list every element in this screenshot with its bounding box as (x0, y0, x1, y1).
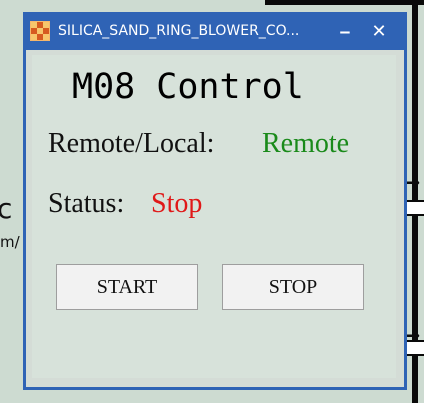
panel-heading: M08 Control (72, 67, 304, 107)
minimize-button[interactable]: ‒ (330, 16, 360, 46)
status-value: Stop (151, 188, 203, 219)
stop-button[interactable]: STOP (222, 264, 364, 310)
close-button[interactable]: ✕ (364, 16, 394, 46)
window-titlebar[interactable]: SILICA_SAND_RING_BLOWER_CO... ‒ ✕ (23, 12, 407, 50)
window-title: SILICA_SAND_RING_BLOWER_CO... (58, 23, 300, 39)
remote-local-label: Remote/Local: (48, 128, 215, 159)
remote-local-value: Remote (262, 128, 350, 159)
status-label: Status: (48, 188, 125, 219)
background-label-m: m/ (0, 233, 20, 251)
background-pipe-top (265, 0, 424, 5)
start-button[interactable]: START (56, 264, 198, 310)
app-icon (30, 21, 50, 41)
control-window: SILICA_SAND_RING_BLOWER_CO... ‒ ✕ M08 Co… (23, 12, 407, 390)
control-panel: M08 Control Remote/Local: Remote Status:… (32, 55, 396, 378)
window-client-area: M08 Control Remote/Local: Remote Status:… (26, 50, 404, 387)
background-label-c: c (0, 192, 13, 225)
